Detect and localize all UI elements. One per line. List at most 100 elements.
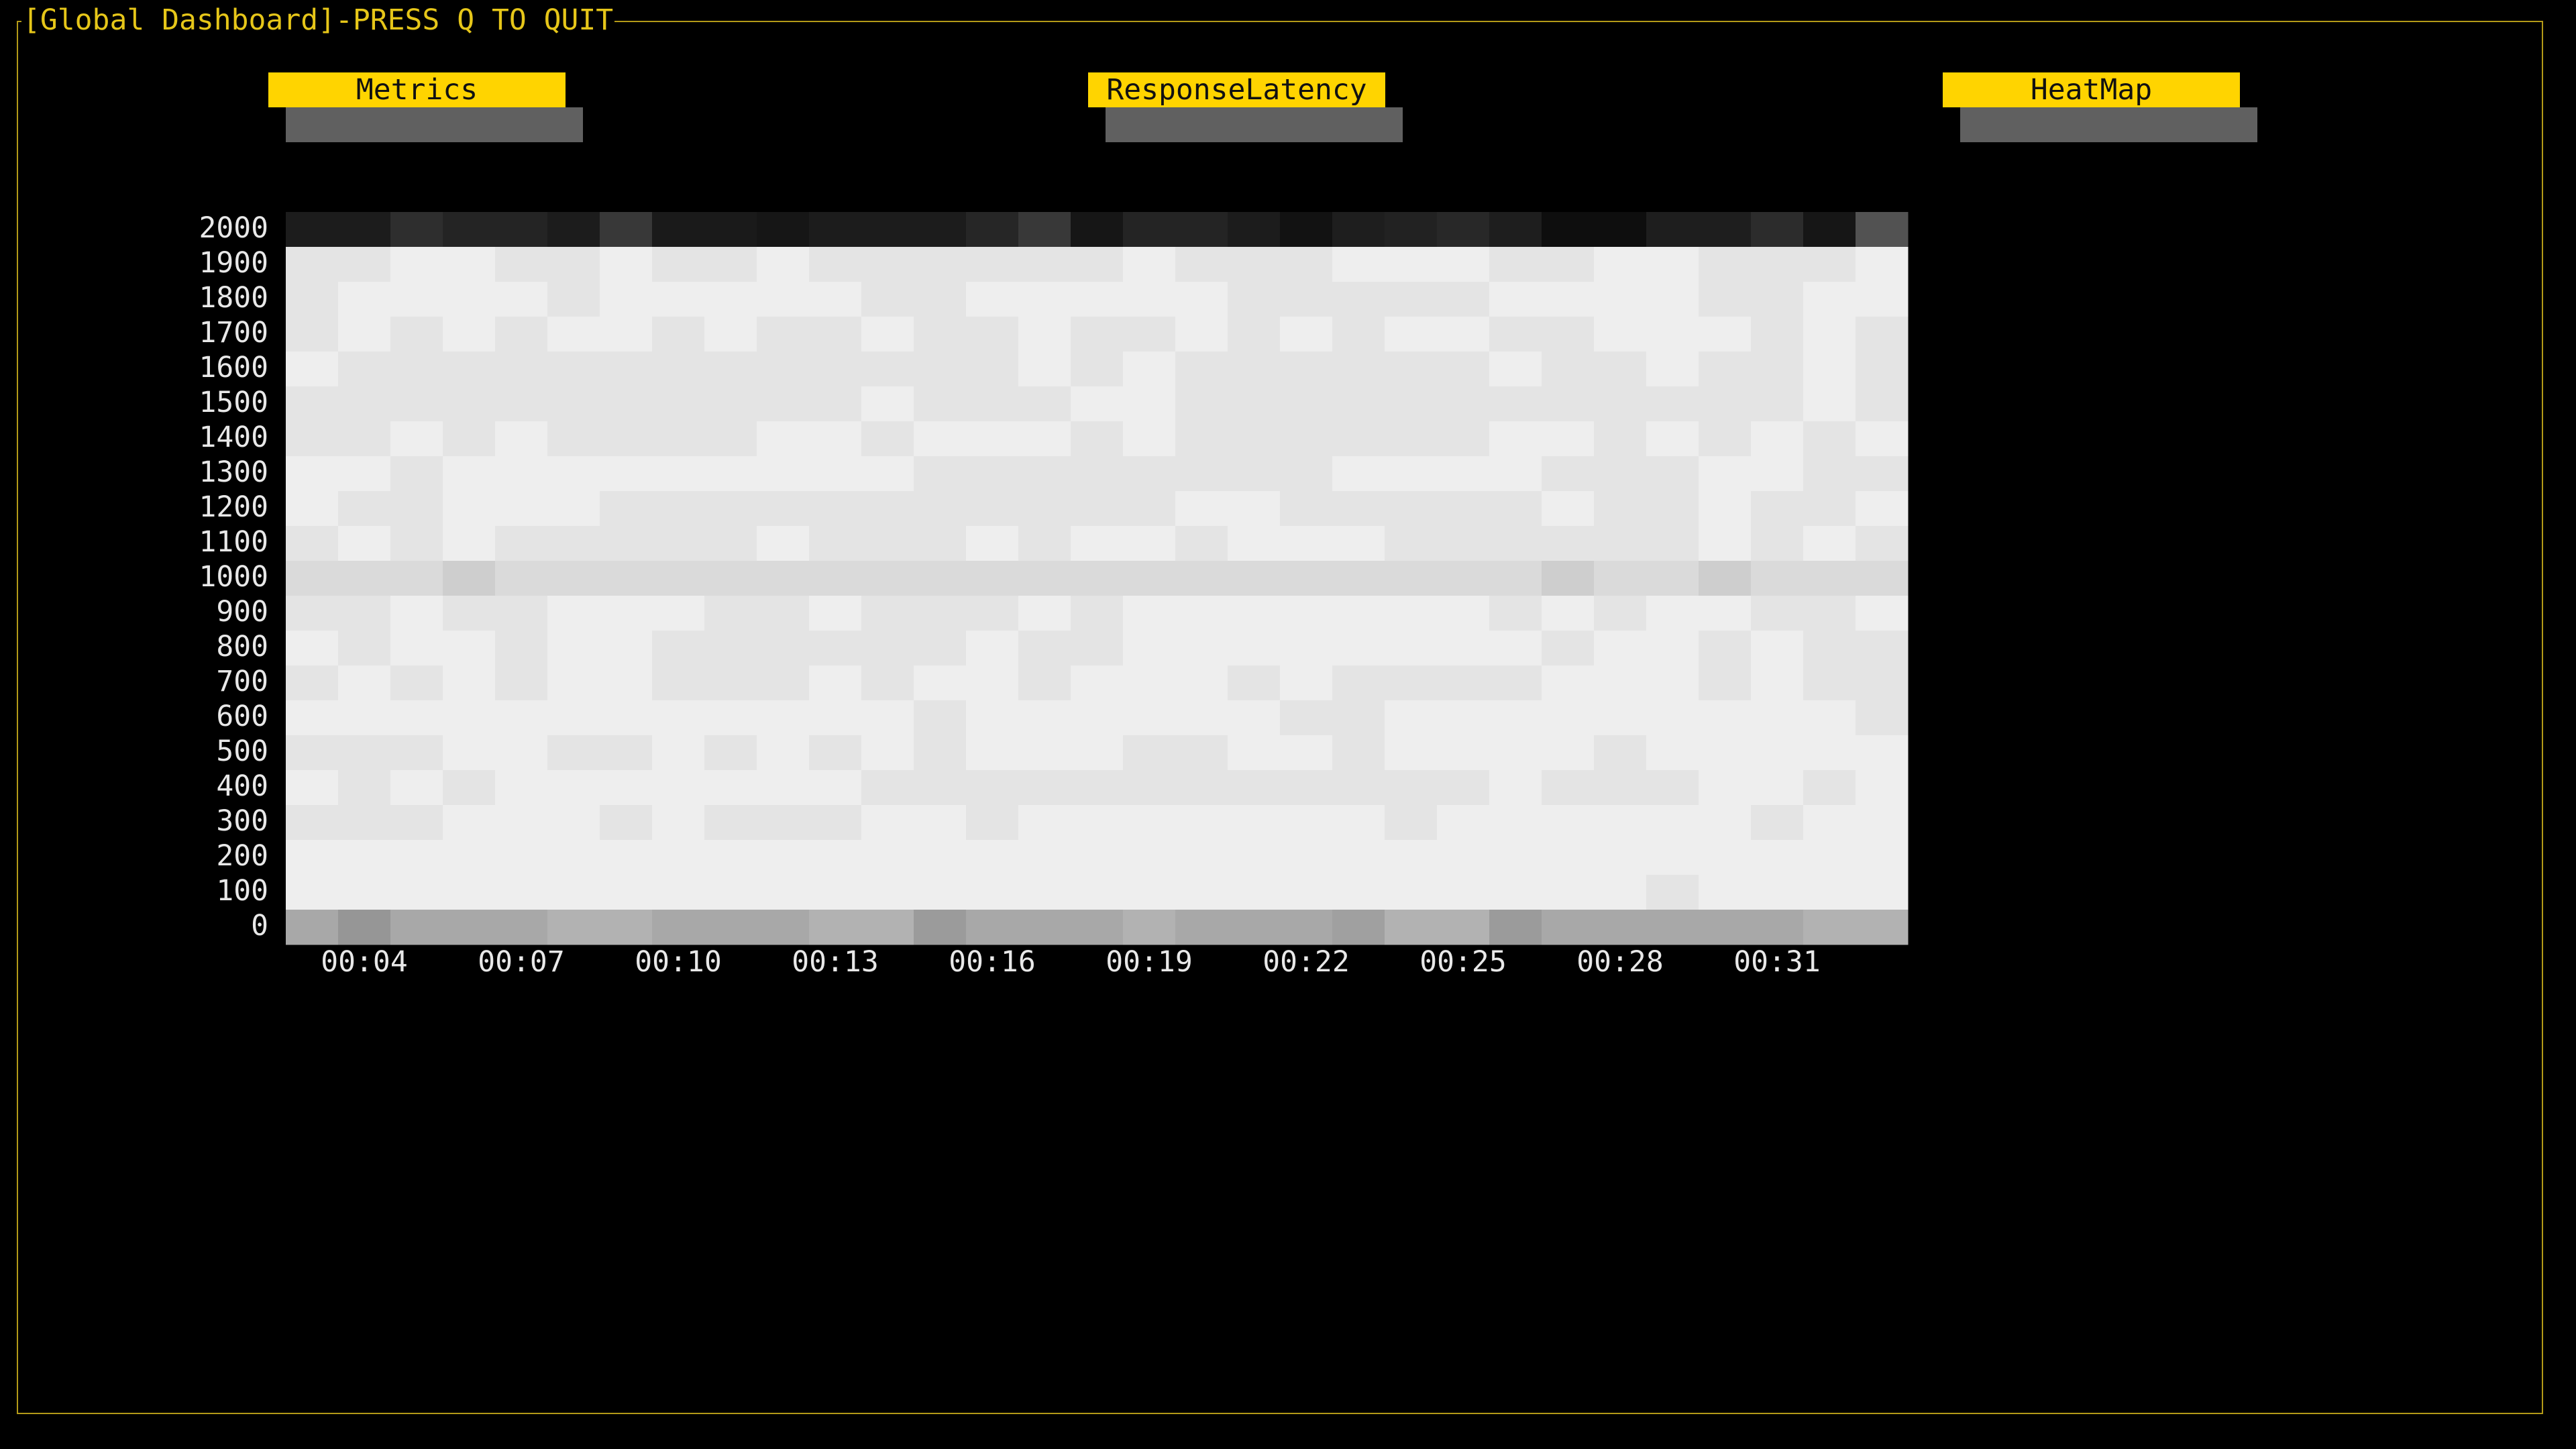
heatmap-cell (1228, 352, 1281, 387)
heatmap-cell (1332, 456, 1385, 492)
heatmap-cell (914, 247, 967, 282)
heatmap-cell (1018, 491, 1071, 527)
heatmap-cell (286, 665, 339, 701)
heatmap-cell (652, 247, 705, 282)
heatmap-cell (1280, 875, 1333, 910)
heatmap-cell (338, 875, 391, 910)
heatmap-cell (966, 282, 1019, 317)
heatmap-cell (1594, 317, 1647, 352)
heatmap-cell (1751, 212, 1804, 248)
heatmap-cell (1175, 840, 1228, 875)
heatmap-cell (390, 317, 443, 352)
heatmap-cell (1542, 770, 1595, 806)
heatmap-cell (1018, 875, 1071, 910)
heatmap-cell (1018, 735, 1071, 771)
heatmap-cell (286, 875, 339, 910)
heatmap-cell (547, 526, 600, 561)
heatmap-cell (1437, 910, 1490, 945)
heatmap-cell (1646, 875, 1699, 910)
heatmap-cell (1646, 805, 1699, 841)
heatmap-cell (966, 526, 1019, 561)
heatmap-cell (966, 805, 1019, 841)
heatmap-cell (1542, 317, 1595, 352)
heatmap-cell (861, 421, 914, 457)
heatmap-cell (1803, 317, 1856, 352)
heatmap-cell (600, 317, 653, 352)
heatmap-cell (1699, 561, 1752, 596)
heatmap-cell (547, 282, 600, 317)
heatmap-cell (547, 805, 600, 841)
heatmap-cell (861, 212, 914, 248)
heatmap-cell (1437, 631, 1490, 666)
heatmap-cell (1385, 526, 1438, 561)
heatmap-cell (338, 631, 391, 666)
heatmap-cell (1699, 212, 1752, 248)
heatmap-cell (966, 561, 1019, 596)
heatmap-cell (704, 735, 757, 771)
heatmap-cell (1646, 700, 1699, 736)
heatmap-cell (757, 386, 810, 422)
heatmap-cell (1385, 910, 1438, 945)
heatmap-cell (1071, 247, 1124, 282)
y-tick-label: 1900 (199, 246, 268, 280)
heatmap-cell (1228, 770, 1281, 806)
heatmap-cell (652, 352, 705, 387)
heatmap-cell (861, 352, 914, 387)
heatmap-cell (600, 352, 653, 387)
heatmap-cell (1542, 875, 1595, 910)
heatmap-cell (1018, 665, 1071, 701)
x-tick-label: 00:31 (1733, 945, 1820, 979)
heatmap-cell (286, 631, 339, 666)
heatmap-cell (1123, 910, 1176, 945)
heatmap-cell (1646, 212, 1699, 248)
heatmap-cell (1228, 491, 1281, 527)
heatmap-cell (1437, 700, 1490, 736)
heatmap-cell (914, 386, 967, 422)
heatmap-cell (390, 840, 443, 875)
heatmap-cell (547, 352, 600, 387)
heatmap-cell (1542, 735, 1595, 771)
x-tick-label: 00:19 (1106, 945, 1192, 979)
heatmap-cell (1803, 875, 1856, 910)
heatmap-cell (1385, 700, 1438, 736)
heatmap-cell (338, 352, 391, 387)
heatmap-cell (1542, 910, 1595, 945)
heatmap-cell (757, 665, 810, 701)
heatmap-cell (1699, 770, 1752, 806)
heatmap-cell (966, 770, 1019, 806)
heatmap-cell (1803, 421, 1856, 457)
heatmap-cell (704, 421, 757, 457)
heatmap-cell (1751, 840, 1804, 875)
heatmap-cell (1699, 317, 1752, 352)
heatmap-cell (600, 700, 653, 736)
heatmap-cell (966, 875, 1019, 910)
heatmap-cell (495, 840, 548, 875)
heatmap-cell (495, 631, 548, 666)
heatmap-cell (390, 735, 443, 771)
heatmap-cell (1594, 770, 1647, 806)
heatmap-cell (1018, 421, 1071, 457)
heatmap-cell (1594, 875, 1647, 910)
heatmap-cell (600, 875, 653, 910)
heatmap-cell (1646, 247, 1699, 282)
heatmap-cell (1280, 596, 1333, 631)
heatmap-cell (1228, 840, 1281, 875)
heatmap-cell (861, 596, 914, 631)
heatmap-cell (1437, 386, 1490, 422)
heatmap-cell (914, 212, 967, 248)
heatmap-cell (1594, 421, 1647, 457)
heatmap-cell (1071, 212, 1124, 248)
heatmap-cell (1175, 317, 1228, 352)
heatmap-cell (1071, 317, 1124, 352)
heatmap-cell (1385, 805, 1438, 841)
heatmap-cell (1175, 665, 1228, 701)
heatmap-cell (966, 631, 1019, 666)
heatmap-cell (1018, 700, 1071, 736)
heatmap-cell (1228, 247, 1281, 282)
heatmap-cell (757, 735, 810, 771)
heatmap-cell (1489, 421, 1542, 457)
heatmap-cell (286, 596, 339, 631)
heatmap-cell (338, 596, 391, 631)
heatmap-cell (1228, 631, 1281, 666)
heatmap-cell (1489, 247, 1542, 282)
